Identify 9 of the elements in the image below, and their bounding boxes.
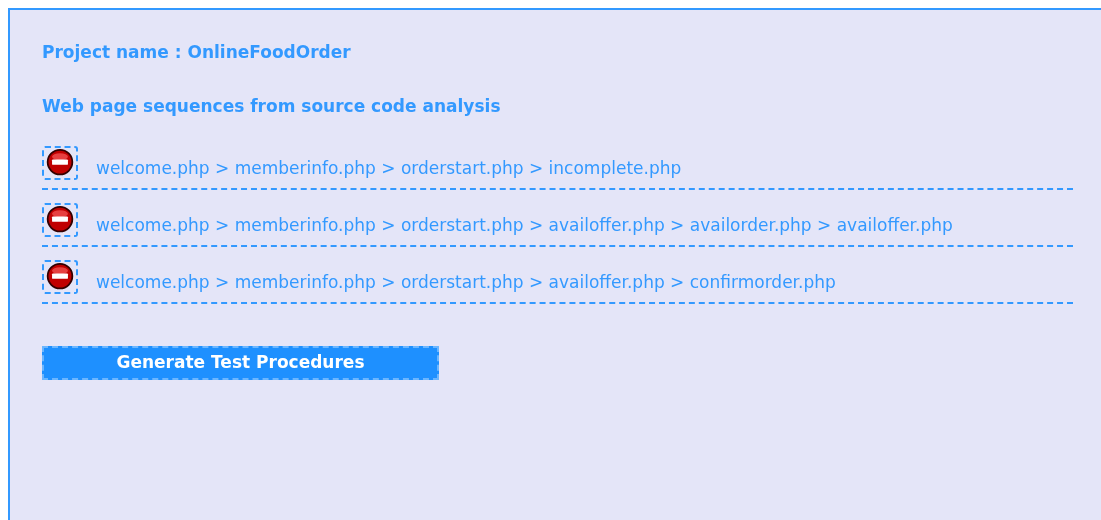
page-sequence: welcome.php > memberinfo.php > orderstart.php > availoffer.php > availorder.php > availoffer.php bbox=[96, 215, 953, 235]
page-sequence: welcome.php > memberinfo.php > orderstart.php > availoffer.php > confirmorder.php bbox=[96, 272, 836, 292]
stop-icon[interactable] bbox=[42, 203, 78, 237]
generate-button[interactable]: Generate Test Procedures bbox=[42, 346, 439, 380]
section-heading: Web page sequences from source code analysis bbox=[42, 94, 502, 118]
page-sequence: welcome.php > memberinfo.php > orderstart.php > incomplete.php bbox=[96, 158, 682, 178]
stop-icon[interactable] bbox=[42, 260, 78, 294]
stop-icon[interactable] bbox=[42, 146, 78, 180]
project-name: Project name : OnlineFoodOrder bbox=[42, 41, 352, 64]
